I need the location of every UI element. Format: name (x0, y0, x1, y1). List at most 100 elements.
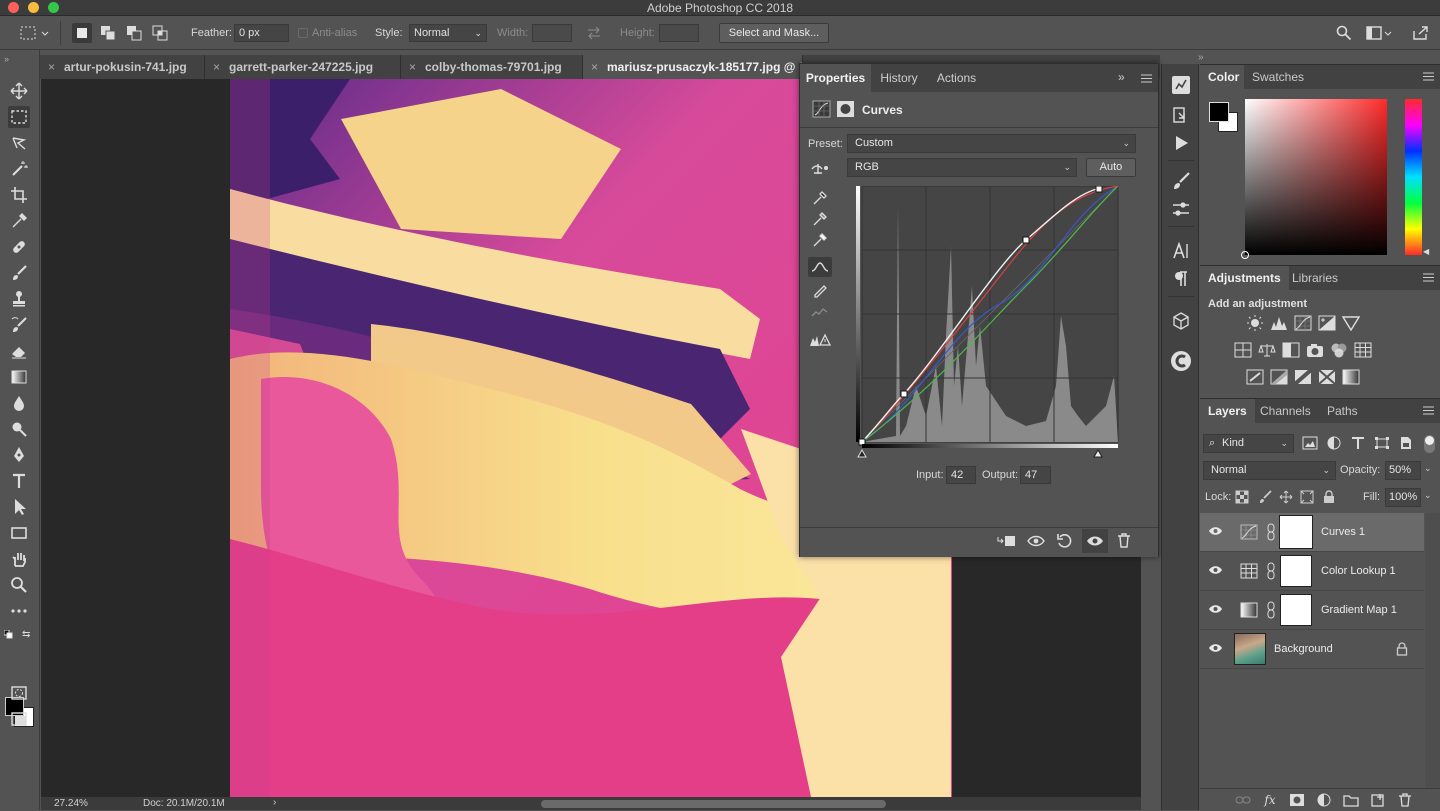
layers-scrollbar[interactable] (1425, 513, 1440, 793)
tab-channels[interactable]: Channels (1252, 399, 1319, 423)
filter-shape-layers-icon[interactable] (1373, 435, 1391, 451)
chain-link-icon[interactable] (1267, 601, 1275, 619)
eyedropper-tool-icon[interactable] (8, 210, 30, 232)
layer-name[interactable]: Gradient Map 1 (1321, 604, 1397, 616)
filter-adjustment-layers-icon[interactable] (1325, 435, 1343, 451)
tab-color[interactable]: Color (1200, 65, 1244, 89)
eye-icon[interactable] (1208, 603, 1223, 615)
paragraph-panel-icon[interactable] (1170, 268, 1192, 290)
blur-tool-icon[interactable] (8, 392, 30, 414)
preset-select[interactable]: Custom ⌄ (847, 134, 1136, 153)
workspace-icon[interactable] (1366, 25, 1392, 41)
document-tab[interactable]: × artur-pokusin-741.jpg (40, 55, 205, 79)
close-tab-icon[interactable]: × (48, 55, 55, 79)
layer-mask-thumbnail[interactable] (1280, 555, 1312, 587)
lock-image-pixels-icon[interactable] (1256, 489, 1274, 505)
tab-swatches[interactable]: Swatches (1244, 65, 1312, 89)
collapse-toolbar-icon[interactable]: » (4, 54, 9, 64)
delete-layer-icon[interactable] (1396, 792, 1414, 808)
move-tool-icon[interactable] (8, 80, 30, 102)
reset-adjustment-icon[interactable] (1056, 533, 1074, 549)
zoom-tool-icon[interactable] (8, 574, 30, 596)
opacity-input[interactable]: 50% (1385, 461, 1421, 480)
layer-row[interactable]: Curves 1 (1200, 513, 1424, 552)
status-menu-arrow-icon[interactable]: › (273, 797, 276, 808)
posterize-icon[interactable] (1270, 369, 1288, 385)
exposure-icon[interactable] (1318, 315, 1336, 331)
info-panel-icon[interactable] (1170, 74, 1192, 96)
lock-transparent-pixels-icon[interactable] (1233, 489, 1251, 505)
panel-menu-icon[interactable] (1141, 74, 1152, 83)
dodge-tool-icon[interactable] (8, 418, 30, 440)
view-previous-state-icon[interactable] (1026, 533, 1046, 549)
panel-menu-icon[interactable] (1423, 273, 1434, 282)
anti-alias-checkbox[interactable] (298, 28, 308, 38)
layer-name[interactable]: Color Lookup 1 (1321, 565, 1396, 577)
rectangular-marquee-tool-icon[interactable] (8, 106, 30, 128)
eraser-tool-icon[interactable] (8, 340, 30, 362)
tab-adjustments[interactable]: Adjustments (1200, 266, 1289, 290)
panel-menu-icon[interactable] (1423, 72, 1434, 81)
black-white-icon[interactable] (1282, 342, 1300, 358)
tab-libraries[interactable]: Libraries (1284, 266, 1346, 290)
close-tab-icon[interactable]: × (213, 55, 220, 79)
select-and-mask-button[interactable]: Select and Mask... (719, 23, 829, 43)
layer-style-fx-icon[interactable]: fx (1261, 792, 1279, 808)
history-brush-tool-icon[interactable] (8, 314, 30, 336)
healing-brush-tool-icon[interactable] (8, 236, 30, 258)
color-balance-icon[interactable] (1258, 342, 1276, 358)
more-tools-icon[interactable] (8, 600, 30, 622)
fill-input[interactable]: 100% (1385, 488, 1421, 507)
quick-mask-icon[interactable] (8, 682, 30, 704)
default-colors-icon[interactable] (4, 630, 14, 640)
history-panel-icon[interactable] (1170, 104, 1192, 126)
collapse-panel-icon[interactable]: » (1118, 70, 1125, 84)
layer-row[interactable]: Background (1200, 630, 1424, 669)
opacity-slider-chevron-icon[interactable]: ⌄ (1424, 463, 1432, 474)
actions-panel-icon[interactable] (1170, 132, 1192, 154)
clone-stamp-tool-icon[interactable] (8, 288, 30, 310)
output-value-field[interactable]: 47 (1020, 466, 1051, 484)
layer-name[interactable]: Curves 1 (1321, 526, 1365, 538)
hue-saturation-icon[interactable] (1234, 342, 1252, 358)
eye-icon[interactable] (1208, 642, 1223, 654)
zoom-level[interactable]: 27.24% (54, 798, 88, 809)
add-to-selection-icon[interactable] (98, 23, 118, 43)
new-layer-icon[interactable] (1369, 792, 1387, 808)
layer-name[interactable]: Background (1274, 643, 1333, 655)
feather-input[interactable]: 0 px (234, 24, 289, 42)
layer-mask-thumbnail[interactable] (1280, 594, 1312, 626)
invert-icon[interactable] (1246, 369, 1264, 385)
brush-settings-icon[interactable] (1170, 170, 1192, 192)
new-selection-icon[interactable] (72, 23, 92, 43)
new-group-folder-icon[interactable] (1342, 792, 1360, 808)
color-lookup-icon[interactable] (1354, 342, 1372, 358)
prevent-autonest-icon[interactable] (1298, 489, 1316, 505)
path-selection-tool-icon[interactable] (8, 496, 30, 518)
filter-kind-select[interactable]: ⌕ Kind ⌄ (1203, 434, 1294, 453)
crop-tool-icon[interactable] (8, 184, 30, 206)
pen-tool-icon[interactable] (8, 444, 30, 466)
filter-pixel-layers-icon[interactable] (1301, 435, 1319, 451)
brushes-panel-icon[interactable] (1170, 198, 1192, 220)
link-layers-icon[interactable] (1234, 792, 1252, 808)
rectangle-tool-icon[interactable] (8, 522, 30, 544)
filter-type-layers-icon[interactable] (1349, 435, 1367, 451)
3d-panel-icon[interactable] (1170, 310, 1192, 332)
channel-select[interactable]: RGB ⌄ (847, 158, 1077, 177)
targeted-adjustment-icon[interactable] (808, 160, 832, 178)
draw-curve-pencil-icon[interactable] (808, 280, 832, 300)
photo-filter-icon[interactable] (1306, 342, 1324, 358)
hue-slider-handle-icon[interactable]: ◀ (1423, 247, 1429, 256)
tab-paths[interactable]: Paths (1319, 399, 1366, 423)
intersect-selection-icon[interactable] (150, 23, 170, 43)
width-input[interactable] (532, 24, 572, 42)
blend-mode-select[interactable]: Normal ⌄ (1203, 461, 1336, 480)
tab-actions[interactable]: Actions (927, 64, 986, 92)
layer-mask-thumbnail[interactable] (1280, 516, 1312, 548)
type-tool-icon[interactable] (8, 470, 30, 492)
style-select[interactable]: Normal ⌄ (409, 24, 487, 42)
gradient-map-icon[interactable] (1342, 369, 1360, 385)
hue-slider[interactable] (1405, 99, 1422, 255)
magic-wand-tool-icon[interactable] (8, 158, 30, 180)
